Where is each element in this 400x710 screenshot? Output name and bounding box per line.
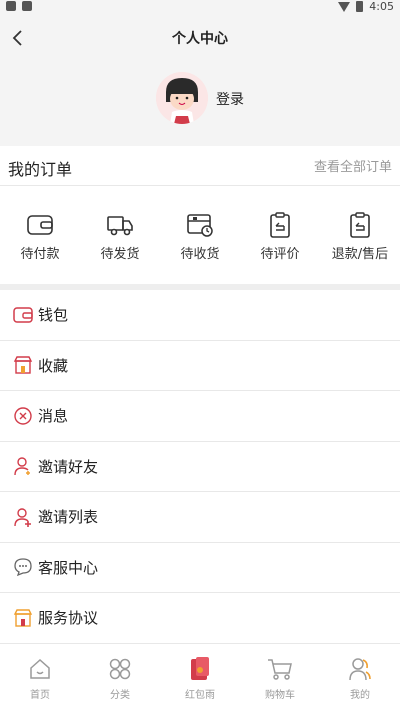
user-plus-icon	[12, 506, 34, 528]
order-refund-aftersale[interactable]: 退款/售后	[320, 200, 400, 270]
tab-cart[interactable]: 购物车	[240, 648, 320, 710]
tab-profile[interactable]: 我的	[320, 648, 400, 710]
notification-icon	[6, 1, 16, 11]
category-icon	[106, 655, 134, 683]
menu-label: 钱包	[38, 306, 69, 325]
tab-red-packet[interactable]: 红包雨	[160, 648, 240, 710]
order-pending-review[interactable]: 待评价	[240, 200, 320, 270]
orders-title: 我的订单	[8, 160, 73, 179]
orders-header: 我的订单 查看全部订单	[0, 146, 400, 186]
login-link[interactable]: 登录	[216, 89, 244, 109]
red-packet-icon	[186, 655, 214, 683]
order-label: 待付款	[20, 247, 60, 262]
order-label: 退款/售后	[331, 247, 389, 262]
order-pending-receipt[interactable]: 待收货	[160, 200, 240, 270]
chat-bubble-icon	[12, 556, 34, 578]
clipboard-review-icon	[265, 210, 295, 240]
menu-item-invite-list[interactable]: 邀请列表	[0, 492, 400, 543]
store-icon	[12, 354, 34, 376]
tab-home[interactable]: 首页	[0, 648, 80, 710]
menu-item-service-agreement[interactable]: 服务协议	[0, 593, 400, 644]
menu-label: 收藏	[38, 356, 69, 375]
order-label: 待收货	[180, 247, 220, 262]
status-right: 4:05	[338, 0, 394, 13]
menu-item-invite-friends[interactable]: 邀请好友	[0, 442, 400, 492]
menu-label: 服务协议	[38, 609, 99, 628]
clipboard-return-icon	[345, 210, 375, 240]
notification-icons	[6, 1, 32, 11]
message-circle-icon	[12, 405, 34, 427]
tab-label: 购物车	[265, 690, 295, 701]
order-pending-shipment[interactable]: 待发货	[80, 200, 160, 270]
menu-item-messages[interactable]: 消息	[0, 391, 400, 442]
profile-icon	[346, 655, 374, 683]
page-title: 个人中心	[172, 31, 228, 47]
bottom-tab-bar: 首页 分类 红包雨 购物车 我的	[0, 648, 400, 710]
wifi-icon	[338, 1, 351, 12]
menu-label: 邀请好友	[38, 457, 99, 476]
avatar-illustration	[156, 72, 208, 124]
menu-item-favorites[interactable]: 收藏	[0, 341, 400, 391]
avatar[interactable]	[156, 72, 208, 124]
order-label: 待发货	[100, 247, 140, 262]
order-label: 待评价	[260, 247, 300, 262]
view-all-orders-link[interactable]: 查看全部订单	[314, 156, 392, 175]
wallet-icon	[25, 210, 55, 240]
home-icon	[26, 655, 54, 683]
menu-item-customer-service[interactable]: 客服中心	[0, 543, 400, 593]
menu-item-wallet[interactable]: 钱包	[0, 290, 400, 341]
menu-list: 钱包 收藏 消息 邀请好友 邀请列表 客服中心 服务协议	[0, 290, 400, 644]
package-clock-icon	[185, 210, 215, 240]
status-bar: 4:05	[0, 0, 400, 14]
notification-icon	[22, 1, 32, 11]
tab-label: 首页	[30, 690, 50, 701]
status-time: 4:05	[369, 0, 394, 13]
menu-label: 客服中心	[38, 558, 99, 577]
store-agreement-icon	[12, 607, 34, 629]
battery-icon	[356, 1, 364, 12]
user-add-icon	[12, 455, 34, 477]
menu-label: 邀请列表	[38, 508, 99, 527]
tab-label: 红包雨	[185, 690, 215, 701]
order-status-row: 待付款 待发货 待收货 待评价 退款/售后	[0, 200, 400, 270]
delivery-truck-icon	[105, 210, 135, 240]
menu-label: 消息	[38, 407, 69, 426]
order-pending-payment[interactable]: 待付款	[0, 200, 80, 270]
tab-category[interactable]: 分类	[80, 648, 160, 710]
wallet-icon	[12, 304, 34, 326]
tab-label: 我的	[350, 690, 370, 701]
cart-icon	[266, 655, 294, 683]
tab-label: 分类	[110, 690, 130, 701]
